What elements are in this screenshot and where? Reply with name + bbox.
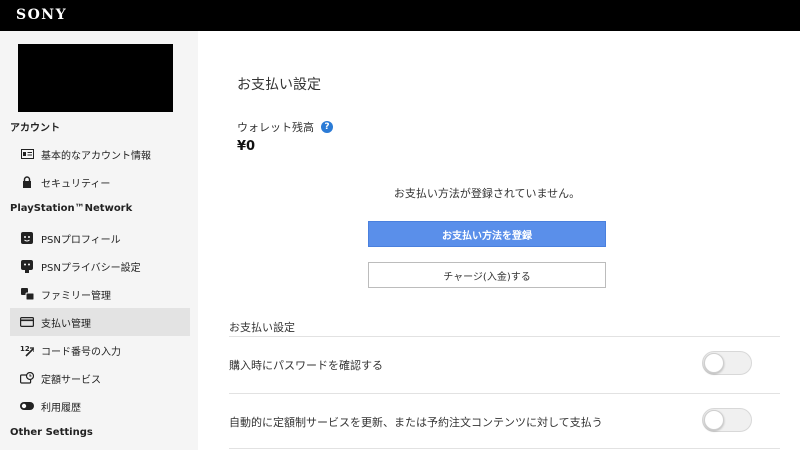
history-icon — [20, 399, 34, 413]
sidebar-heading-other-settings: Other Settings — [10, 427, 93, 438]
register-payment-method-button[interactable]: お支払い方法を登録 — [368, 221, 606, 247]
sidebar-item-label: セキュリティー — [41, 178, 111, 190]
wallet-balance-label: ウォレット残高 — [237, 121, 314, 134]
help-icon[interactable]: ? — [321, 121, 333, 133]
sidebar-item-label: 基本的なアカウント情報 — [41, 150, 151, 162]
sidebar-item-psn-privacy[interactable]: PSNプライバシー設定 — [10, 252, 190, 280]
charge-wallet-button[interactable]: チャージ(入金)する — [368, 262, 606, 288]
lock-icon — [20, 175, 34, 189]
sidebar-heading-account: アカウント — [10, 123, 60, 134]
setting-auto-renew-label: 自動的に定額制サービスを更新、または予約注文コンテンツに対して支払う — [229, 416, 603, 429]
toggle-knob — [704, 353, 724, 373]
sidebar-item-label: ファミリー管理 — [41, 290, 111, 302]
payment-settings-heading: お支払い設定 — [229, 321, 295, 334]
privacy-icon — [20, 259, 34, 273]
sidebar-item-code-entry[interactable]: 12 コード番号の入力 — [10, 336, 190, 364]
sidebar-item-basic-account-info[interactable]: 基本的なアカウント情報 — [10, 140, 190, 168]
sidebar-item-psn-profile[interactable]: PSNプロフィール — [10, 224, 190, 252]
svg-text:12: 12 — [20, 345, 30, 353]
sidebar-item-family[interactable]: ファミリー管理 — [10, 280, 190, 308]
sidebar-item-security[interactable]: セキュリティー — [10, 168, 190, 196]
sidebar-item-label: 定額サービス — [41, 374, 101, 386]
avatar — [18, 44, 173, 112]
family-icon — [20, 287, 34, 301]
sidebar-item-label: 支払い管理 — [41, 318, 91, 330]
no-payment-method-message: お支払い方法が登録されていません。 — [393, 187, 581, 200]
page-title: お支払い設定 — [237, 77, 321, 93]
sidebar-item-label: 利用履歴 — [41, 402, 81, 414]
divider — [229, 393, 780, 394]
scrollbar[interactable] — [792, 31, 800, 450]
confirm-password-toggle[interactable] — [702, 351, 752, 375]
toggle-knob — [704, 410, 724, 430]
auto-renew-toggle[interactable] — [702, 408, 752, 432]
credit-card-icon — [20, 315, 34, 329]
id-card-icon — [20, 147, 34, 161]
sidebar-item-subscriptions[interactable]: 定額サービス — [10, 364, 190, 392]
setting-confirm-password-label: 購入時にパスワードを確認する — [229, 359, 383, 372]
sidebar-item-history[interactable]: 利用履歴 — [10, 392, 190, 420]
sidebar-item-payment-management[interactable]: 支払い管理 — [10, 308, 190, 336]
sidebar-heading-psn: PlayStation™Network — [10, 203, 133, 214]
divider — [229, 448, 780, 449]
top-header: SONY — [0, 0, 800, 31]
sidebar-item-label: PSNプロフィール — [41, 234, 121, 246]
sony-logo[interactable]: SONY — [16, 7, 67, 23]
divider — [229, 336, 780, 337]
code-entry-icon: 12 — [20, 343, 34, 357]
sidebar-item-label: コード番号の入力 — [41, 346, 121, 358]
wallet-balance-value: ¥0 — [237, 139, 256, 154]
sidebar-item-label: PSNプライバシー設定 — [41, 262, 141, 274]
wallet-balance-label-row: ウォレット残高 ? — [237, 119, 333, 135]
profile-face-icon — [20, 231, 34, 245]
subscription-icon — [20, 371, 34, 385]
sidebar: アカウント 基本的なアカウント情報 セキュリティー PlayStation™Ne… — [0, 31, 198, 450]
